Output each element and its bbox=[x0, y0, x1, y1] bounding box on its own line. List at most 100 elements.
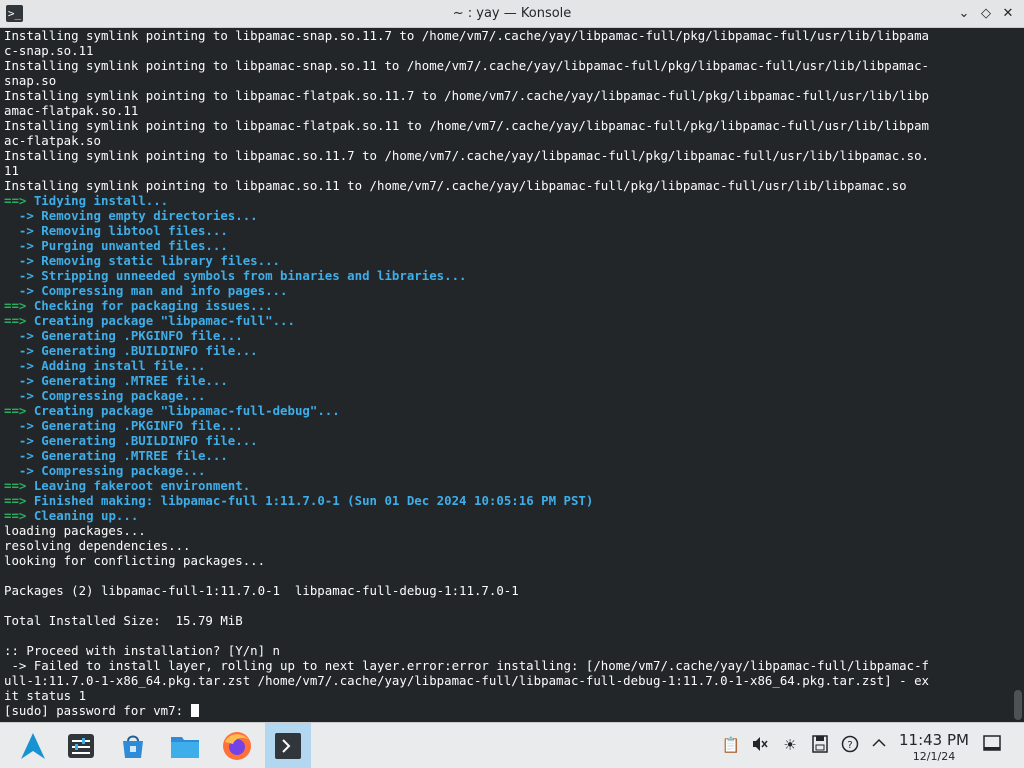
terminal-line-text: -> Removing static library files... bbox=[4, 253, 281, 268]
step-arrow: ==> bbox=[4, 298, 27, 313]
file-manager-icon[interactable] bbox=[162, 723, 208, 768]
terminal-line-text: -> Removing libtool files... bbox=[4, 223, 228, 238]
terminal-line-text: Cleaning up... bbox=[26, 508, 139, 523]
minimize-button[interactable]: ⌄ bbox=[954, 4, 974, 24]
system-settings-icon[interactable] bbox=[58, 723, 104, 768]
terminal-line: ==> Creating package "libpamac-full-debu… bbox=[4, 403, 1012, 418]
svg-text:?: ? bbox=[847, 740, 852, 751]
terminal-line-text: -> Stripping unneeded symbols from binar… bbox=[4, 268, 467, 283]
terminal-line: -> Generating .PKGINFO file... bbox=[4, 418, 1012, 433]
maximize-button[interactable]: ◇ bbox=[976, 4, 996, 24]
discover-store-icon[interactable] bbox=[110, 723, 156, 768]
window-title: ~ : yay — Konsole bbox=[452, 6, 572, 21]
terminal-line: -> Generating .MTREE file... bbox=[4, 373, 1012, 388]
terminal-line-text: -> Generating .BUILDINFO file... bbox=[4, 343, 258, 358]
terminal-line: -> Stripping unneeded symbols from binar… bbox=[4, 268, 1012, 283]
terminal-line-text: Installing symlink pointing to libpamac-… bbox=[4, 88, 930, 103]
terminal-line: Total Installed Size: 15.79 MiB bbox=[4, 613, 1012, 628]
terminal-line: loading packages... bbox=[4, 523, 1012, 538]
terminal-line-text: Creating package "libpamac-full"... bbox=[26, 313, 295, 328]
terminal-line-text: c-snap.so.11 bbox=[4, 43, 94, 58]
terminal-line-text: -> Failed to install layer, rolling up t… bbox=[4, 658, 930, 673]
terminal-line: -> Removing empty directories... bbox=[4, 208, 1012, 223]
terminal-line: snap.so bbox=[4, 73, 1012, 88]
terminal-line-text: -> Generating .MTREE file... bbox=[4, 373, 228, 388]
show-hidden-icons-chevron-icon[interactable] bbox=[869, 735, 889, 755]
clock-time[interactable]: 11:43 PM bbox=[892, 731, 976, 749]
terminal-line: ull-1:11.7.0-1-x86_64.pkg.tar.zst /home/… bbox=[4, 673, 1012, 688]
terminal-line-text: Total Installed Size: 15.79 MiB bbox=[4, 613, 243, 628]
clipboard-icon[interactable]: 📋 bbox=[721, 735, 741, 755]
terminal-line: ==> Tidying install... bbox=[4, 193, 1012, 208]
terminal-line-text: [sudo] password for vm7: bbox=[4, 703, 191, 718]
terminal-scrollbar[interactable] bbox=[1012, 28, 1024, 722]
help-icon[interactable]: ? bbox=[840, 735, 860, 755]
terminal-line: c-snap.so.11 bbox=[4, 43, 1012, 58]
terminal-line-text: amac-flatpak.so.11 bbox=[4, 103, 139, 118]
storage-icon[interactable] bbox=[810, 735, 830, 755]
terminal-line: Installing symlink pointing to libpamac-… bbox=[4, 118, 1012, 133]
step-arrow: ==> bbox=[4, 313, 27, 328]
terminal-line-text: -> Adding install file... bbox=[4, 358, 206, 373]
step-arrow: ==> bbox=[4, 493, 27, 508]
konsole-taskbar-icon[interactable] bbox=[265, 723, 311, 768]
text-cursor bbox=[190, 704, 199, 717]
terminal-line-text: -> Generating .MTREE file... bbox=[4, 448, 228, 463]
terminal-line-text: -> Compressing man and info pages... bbox=[4, 283, 288, 298]
terminal-line-text: Installing symlink pointing to libpamac.… bbox=[4, 148, 930, 163]
terminal-line: looking for conflicting packages... bbox=[4, 553, 1012, 568]
brightness-icon[interactable]: ☀ bbox=[780, 735, 800, 755]
terminal-line: ac-flatpak.so bbox=[4, 133, 1012, 148]
terminal-line-text: Finished making: libpamac-full 1:11.7.0-… bbox=[26, 493, 594, 508]
terminal-line-text: ull-1:11.7.0-1-x86_64.pkg.tar.zst /home/… bbox=[4, 673, 930, 688]
terminal-line: -> Compressing man and info pages... bbox=[4, 283, 1012, 298]
terminal-line-text: looking for conflicting packages... bbox=[4, 553, 266, 568]
terminal-line: -> Generating .BUILDINFO file... bbox=[4, 343, 1012, 358]
scrollbar-thumb[interactable] bbox=[1014, 690, 1022, 720]
terminal-line-text: :: Proceed with installation? [Y/n] n bbox=[4, 643, 281, 658]
terminal-line-text: -> Purging unwanted files... bbox=[4, 238, 228, 253]
step-arrow: ==> bbox=[4, 403, 27, 418]
terminal-line: -> Compressing package... bbox=[4, 463, 1012, 478]
terminal-line: -> Generating .MTREE file... bbox=[4, 448, 1012, 463]
close-button[interactable]: ✕ bbox=[998, 4, 1018, 24]
terminal-line-text: 11 bbox=[4, 163, 19, 178]
terminal-line: -> Generating .PKGINFO file... bbox=[4, 328, 1012, 343]
step-arrow: ==> bbox=[4, 478, 27, 493]
terminal-line-text: Installing symlink pointing to libpamac-… bbox=[4, 118, 930, 133]
terminal-line-text: Packages (2) libpamac-full-1:11.7.0-1 li… bbox=[4, 583, 519, 598]
terminal-line-text: resolving dependencies... bbox=[4, 538, 191, 553]
terminal-line-text: snap.so bbox=[4, 73, 57, 88]
firefox-icon[interactable] bbox=[214, 723, 260, 768]
terminal-line: :: Proceed with installation? [Y/n] n bbox=[4, 643, 1012, 658]
terminal-line: Installing symlink pointing to libpamac-… bbox=[4, 88, 1012, 103]
title-bar: >_ ~ : yay — Konsole ⌄ ◇ ✕ bbox=[0, 0, 1024, 28]
terminal-line-text: Tidying install... bbox=[26, 193, 169, 208]
terminal-line: -> Removing static library files... bbox=[4, 253, 1012, 268]
terminal-line-text: -> Removing empty directories... bbox=[4, 208, 258, 223]
show-desktop-icon[interactable] bbox=[982, 735, 1002, 755]
terminal-line-text: Creating package "libpamac-full-debug"..… bbox=[26, 403, 340, 418]
terminal-line: [sudo] password for vm7: bbox=[4, 703, 1012, 718]
terminal-line-text: Installing symlink pointing to libpamac-… bbox=[4, 28, 930, 43]
terminal-line-text: Installing symlink pointing to libpamac.… bbox=[4, 178, 907, 193]
step-arrow: ==> bbox=[4, 193, 27, 208]
terminal-line: ==> Finished making: libpamac-full 1:11.… bbox=[4, 493, 1012, 508]
volume-muted-icon[interactable] bbox=[750, 735, 770, 755]
terminal-line: 11 bbox=[4, 163, 1012, 178]
terminal-line: ==> Creating package "libpamac-full"... bbox=[4, 313, 1012, 328]
terminal-line: -> Compressing package... bbox=[4, 388, 1012, 403]
terminal-line: -> Failed to install layer, rolling up t… bbox=[4, 658, 1012, 673]
terminal-output[interactable]: Installing symlink pointing to libpamac-… bbox=[0, 28, 1012, 722]
terminal-line-text: Leaving fakeroot environment. bbox=[26, 478, 251, 493]
app-launcher-icon[interactable] bbox=[10, 723, 56, 768]
terminal-line-text: -> Compressing package... bbox=[4, 388, 206, 403]
terminal-line-text: Checking for packaging issues... bbox=[26, 298, 273, 313]
clock-date[interactable]: 12/1/24 bbox=[892, 750, 976, 763]
terminal-line: -> Generating .BUILDINFO file... bbox=[4, 433, 1012, 448]
terminal-line-text: -> Generating .PKGINFO file... bbox=[4, 418, 243, 433]
terminal-line-text: Installing symlink pointing to libpamac-… bbox=[4, 58, 930, 73]
terminal-line-text: it status 1 bbox=[4, 688, 87, 703]
terminal-line-text: -> Compressing package... bbox=[4, 463, 206, 478]
terminal-line: resolving dependencies... bbox=[4, 538, 1012, 553]
